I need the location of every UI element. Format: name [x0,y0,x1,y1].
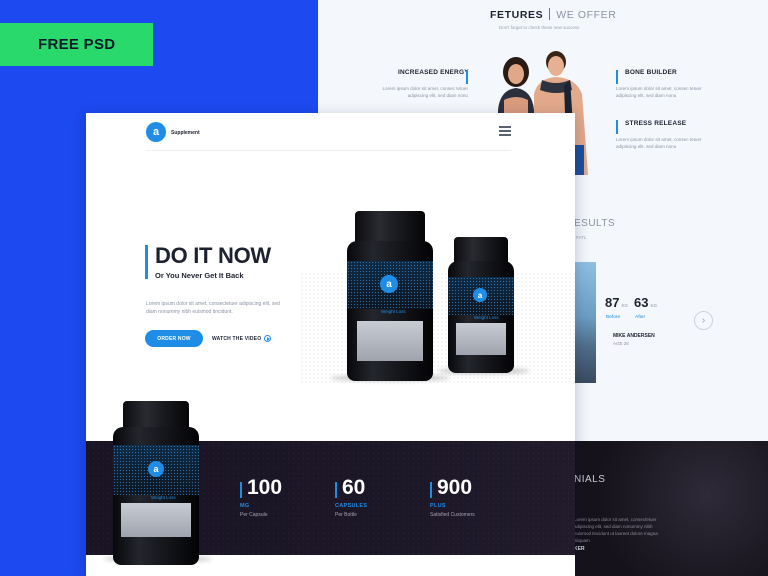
supplement-bottle-small: a Weight Loss [448,237,514,373]
before-label: Before [606,315,621,320]
brand-name: Supplement [171,130,200,136]
play-icon [264,335,272,342]
watch-video-label: WATCH THE VIDEO [212,336,262,342]
feature-desc-stress: Lorem ipsum dolor sit amet, consec tetue… [616,137,702,149]
stat-sub-mg: Per Capsule [240,512,268,518]
stat-label-capsules: CAPSULES [335,503,368,509]
stat-label-customers: PLUS [430,503,446,509]
hero-title: DO IT NOW [155,243,271,268]
features-subtitle: Don't forget to check these new success [499,25,580,30]
results-next-button[interactable]: › [694,311,713,330]
before-weight-value: 87 [605,295,620,310]
after-weight-unit: KG [650,303,657,308]
hero-description: Lorem ipsum dolor sit amet, consectetuer… [146,301,280,315]
title-separator [549,8,551,20]
header-divider [146,150,511,151]
feature-desc-energy: Lorem ipsum dolor sit amet, consec tetue… [382,86,468,98]
transformation-photo [574,262,596,383]
stat-accent-bar [335,482,337,498]
after-weight-value: 63 [634,295,649,310]
order-now-button[interactable]: ORDER NOW [145,330,203,347]
testimonials-background [570,441,768,576]
after-weight: 63 KG [634,295,657,310]
testimonial-author: KER [574,546,585,552]
bottle-body: a Weight Loss [113,427,199,565]
features-title-bold: FETURES [490,9,544,21]
bottle-product-name: Weight Loss [381,309,406,314]
stat-value-capsules: 60 [342,476,366,499]
hero-subtitle: Or You Never Get It Back [155,271,244,280]
bottle-cap [454,237,508,263]
stat-value-mg: 100 [247,476,283,499]
features-title-light: WE OFFER [556,9,617,21]
after-label: After [635,315,646,320]
chevron-right-icon: › [701,315,706,326]
supplement-bottle-band: a Weight Loss [113,401,199,565]
feature-title-energy: INCREASED ENERGY [398,69,469,76]
watch-video-link[interactable]: WATCH THE VIDEO [212,335,272,342]
free-psd-badge: FREE PSD [0,23,153,66]
bottle-body: a Weight Loss [347,241,433,381]
bottle-product-name: Weight Loss [151,495,176,500]
hero-accent-bar [145,245,148,279]
feature-title-bone: BONE BUILDER [625,69,677,76]
hamburger-icon[interactable] [499,126,511,136]
feature-accent-bar [616,120,618,134]
bottle-body: a Weight Loss [448,261,514,373]
brand-logo[interactable]: a [146,122,166,142]
results-heading: ESULTS [574,218,616,229]
before-weight-unit: KG [621,303,628,308]
bottle-cap [355,211,425,243]
bottle-logo-icon: a [148,461,164,477]
stat-sub-capsules: Per Bottle [335,512,357,518]
stat-value-customers: 900 [437,476,473,499]
dot-pattern [300,272,575,384]
stat-label-mg: MG [240,503,250,509]
bottle-product-name: Weight Loss [474,315,499,320]
feature-desc-bone: Lorem ipsum dolor sit amet, consec tetue… [616,86,702,98]
feature-title-stress: STRESS RELEASE [625,120,687,127]
result-person-age: AGE 28 [613,341,629,346]
bottle-logo-icon: a [473,288,487,302]
stat-accent-bar [240,482,242,498]
feature-accent-bar [616,70,618,84]
feature-accent-bar [466,70,468,84]
supplement-bottle-large: a Weight Loss [347,211,433,381]
testimonial-text: Lorem ipsum dolor sit amet, consectetuer… [574,517,658,543]
bottle-logo-icon: a [380,275,398,293]
bottle-cap [123,401,189,429]
result-person-name: MIKE ANDERSEN [613,333,655,339]
stat-sub-customers: Satisfied Customers [430,512,475,518]
before-weight: 87 KG [605,295,628,310]
results-subheading: FATL [576,235,587,240]
testimonials-heading: NIALS [574,474,606,485]
features-heading: FETURES WE OFFER [490,8,616,21]
stat-accent-bar [430,482,432,498]
